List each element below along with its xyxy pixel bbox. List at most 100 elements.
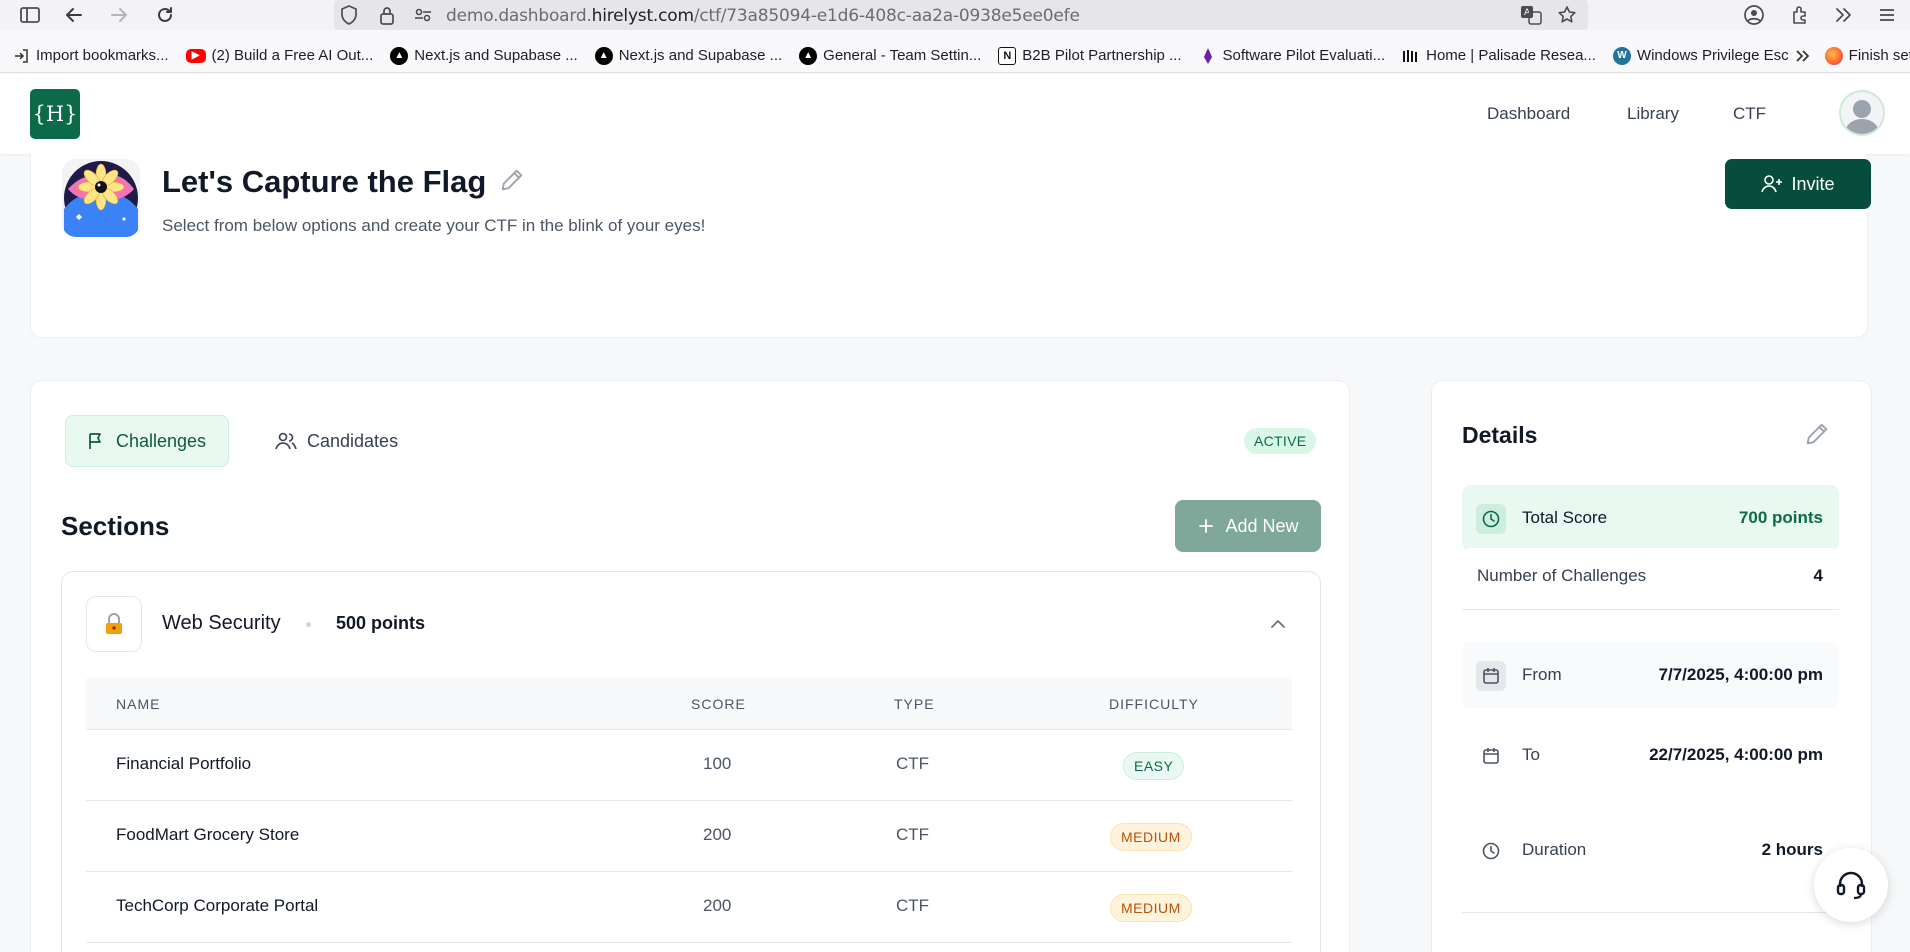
nav-ctf[interactable]: CTF bbox=[1733, 104, 1766, 124]
reload-icon[interactable] bbox=[154, 4, 176, 26]
ctf-title: Let's Capture the Flag bbox=[162, 164, 487, 199]
extensions-icon[interactable] bbox=[1789, 4, 1811, 26]
translate-icon[interactable]: A bbox=[1520, 4, 1542, 26]
bookmarks-bar: Import bookmarks... ▶ (2) Build a Free A… bbox=[0, 39, 1910, 73]
url-text[interactable]: demo.dashboard.hirelyst.com/ctf/73a85094… bbox=[446, 6, 1080, 26]
support-button[interactable] bbox=[1814, 848, 1888, 922]
bookmark-item[interactable]: ▲ General - Team Settin... bbox=[799, 46, 981, 65]
challenge-name[interactable]: Financial Portfolio bbox=[116, 754, 251, 774]
section-points: 500 points bbox=[336, 613, 426, 633]
wordpress-icon: W bbox=[1612, 46, 1631, 65]
clock-icon bbox=[1476, 836, 1506, 866]
bookmark-label: Next.js and Supabase ... bbox=[618, 47, 783, 64]
column-header-difficulty[interactable]: DIFFICULTY bbox=[1109, 696, 1199, 712]
section-name: Web Security bbox=[162, 612, 281, 634]
user-avatar[interactable] bbox=[1839, 90, 1885, 136]
total-score-value: 700 points bbox=[1738, 508, 1823, 527]
bookmark-item[interactable]: Software Pilot Evaluati... bbox=[1199, 47, 1385, 65]
sidebar-toggle-icon[interactable] bbox=[19, 4, 41, 26]
bookmark-item[interactable]: N B2B Pilot Partnership ... bbox=[998, 46, 1182, 65]
column-header-score[interactable]: SCORE bbox=[691, 696, 746, 712]
add-new-button[interactable]: Add New bbox=[1175, 500, 1321, 552]
from-label: From bbox=[1522, 665, 1562, 684]
lock-icon[interactable] bbox=[376, 4, 398, 26]
shield-icon[interactable] bbox=[338, 4, 360, 26]
url-path: /ctf/73a85094-e1d6-408c-aa2a-0938e5ee0ef… bbox=[693, 6, 1080, 26]
total-score-row: Total Score 700 points bbox=[1462, 485, 1839, 551]
bookmark-item[interactable]: ▶ (2) Build a Free AI Out... bbox=[185, 47, 373, 64]
invite-button[interactable]: Invite bbox=[1725, 159, 1871, 209]
separator-dot bbox=[306, 622, 311, 627]
palisade-icon bbox=[1402, 47, 1420, 65]
duration-label: Duration bbox=[1522, 840, 1587, 859]
firefox-icon bbox=[1824, 46, 1843, 65]
vercel-icon: ▲ bbox=[594, 46, 613, 65]
challenges-card: Challenges Candidates ACTIVE Sections Ad… bbox=[30, 380, 1350, 952]
bookmark-label: Windows Privilege Esc bbox=[1636, 47, 1789, 64]
back-icon[interactable] bbox=[63, 4, 85, 26]
flag-icon bbox=[89, 433, 101, 449]
bookmarks-overflow[interactable] bbox=[1795, 49, 1811, 63]
headset-icon bbox=[1836, 871, 1866, 900]
edit-details-icon[interactable] bbox=[1803, 420, 1833, 450]
bookmark-label: Next.js and Supabase ... bbox=[414, 47, 578, 64]
tab-candidates[interactable]: Candidates bbox=[255, 415, 418, 467]
table-row[interactable]: Financial Portfolio 100 CTF EASY bbox=[86, 730, 1292, 801]
more-tools-icon[interactable] bbox=[1832, 4, 1854, 26]
bookmark-label: Import bookmarks... bbox=[36, 47, 169, 64]
lock-icon bbox=[86, 596, 142, 652]
invite-label: Invite bbox=[1791, 173, 1835, 194]
total-score-label: Total Score bbox=[1522, 508, 1608, 527]
ctf-hero-card: Let's Capture the Flag Select from below… bbox=[30, 154, 1871, 338]
tab-challenges[interactable]: Challenges bbox=[65, 415, 229, 467]
notion-icon: N bbox=[998, 46, 1017, 65]
table-row[interactable]: TechCorp Corporate Portal 200 CTF MEDIUM bbox=[86, 872, 1292, 943]
challenges-table: NAME SCORE TYPE DIFFICULTY Financial Por… bbox=[86, 678, 1292, 943]
challenge-type: CTF bbox=[896, 754, 930, 773]
bookmark-item[interactable]: Finish setup bbox=[1824, 46, 1910, 65]
bookmark-item[interactable]: Import bookmarks... bbox=[12, 47, 169, 65]
challenge-score: 100 bbox=[703, 754, 732, 773]
url-domain: hirelyst.com bbox=[591, 6, 694, 26]
to-label: To bbox=[1522, 745, 1540, 764]
bookmark-label: Finish setup bbox=[1848, 47, 1910, 64]
bookmark-star-icon[interactable] bbox=[1556, 4, 1578, 26]
vercel-icon: ▲ bbox=[390, 46, 409, 65]
challenge-name[interactable]: TechCorp Corporate Portal bbox=[116, 896, 318, 916]
hirelyst-logo[interactable]: {H} bbox=[30, 89, 80, 139]
column-header-name[interactable]: NAME bbox=[116, 696, 160, 712]
to-value: 22/7/2025, 4:00:00 pm bbox=[1649, 745, 1823, 764]
bookmark-label: Home | Palisade Resea... bbox=[1426, 47, 1596, 64]
challenge-score: 200 bbox=[703, 825, 732, 844]
challenge-name[interactable]: FoodMart Grocery Store bbox=[116, 825, 299, 845]
nav-dashboard[interactable]: Dashboard bbox=[1487, 104, 1570, 124]
difficulty-badge: MEDIUM bbox=[1110, 894, 1192, 922]
url-prefix: demo.dashboard. bbox=[446, 6, 592, 26]
bookmark-label: B2B Pilot Partnership ... bbox=[1022, 47, 1182, 64]
from-value: 7/7/2025, 4:00:00 pm bbox=[1658, 665, 1823, 684]
section-header[interactable]: Web Security 500 points bbox=[62, 572, 1320, 678]
users-icon bbox=[275, 432, 297, 450]
address-bar[interactable]: demo.dashboard.hirelyst.com/ctf/73a85094… bbox=[334, 0, 1588, 30]
column-header-type[interactable]: TYPE bbox=[894, 696, 935, 712]
bookmark-item[interactable]: ▲ Next.js and Supabase ... bbox=[594, 46, 783, 65]
menu-icon[interactable] bbox=[1876, 4, 1898, 26]
table-row[interactable]: FoodMart Grocery Store 200 CTF MEDIUM bbox=[86, 801, 1292, 872]
site-permissions-icon[interactable] bbox=[412, 4, 434, 26]
chevron-up-icon[interactable] bbox=[1264, 610, 1292, 638]
bookmark-item[interactable]: ▲ Next.js and Supabase ... bbox=[390, 46, 578, 65]
flower-illustration-icon bbox=[62, 159, 140, 237]
vercel-icon: ▲ bbox=[799, 46, 818, 65]
table-header: NAME SCORE TYPE DIFFICULTY bbox=[86, 678, 1292, 730]
duration-row: Duration 2 hours bbox=[1462, 817, 1839, 883]
challenges-count-value: 4 bbox=[1813, 566, 1823, 585]
bookmark-item[interactable]: W Windows Privilege Esc bbox=[1612, 46, 1789, 65]
account-icon[interactable] bbox=[1743, 4, 1765, 26]
bookmark-item[interactable]: Home | Palisade Resea... bbox=[1402, 47, 1596, 65]
edit-title-icon[interactable] bbox=[498, 166, 528, 196]
duration-value: 2 hours bbox=[1761, 840, 1823, 859]
nav-library[interactable]: Library bbox=[1627, 104, 1679, 124]
user-plus-icon bbox=[1761, 175, 1783, 193]
forward-icon[interactable] bbox=[108, 4, 130, 26]
challenges-count-row: Number of Challenges 4 bbox=[1462, 548, 1839, 604]
